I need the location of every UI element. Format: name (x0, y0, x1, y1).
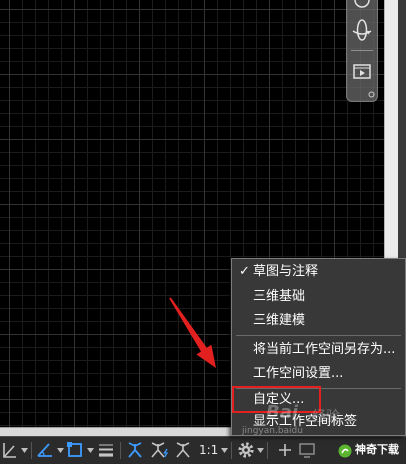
object-snap-dropdown-arrow-icon[interactable] (87, 448, 94, 453)
status-bar-separator (31, 442, 32, 459)
menu-item-show-workspace-label[interactable]: 显示工作空间标签 (232, 411, 405, 433)
hardware-acceleration-icon[interactable] (298, 441, 316, 459)
navigation-bar (346, 0, 378, 102)
menu-item-label: 工作空间设置... (253, 366, 344, 381)
workspace-switching-gear-icon[interactable] (237, 441, 255, 459)
ortho-mode-icon[interactable] (0, 441, 18, 459)
annotation-visibility-icon[interactable] (125, 441, 145, 459)
polar-tracking-dropdown-arrow-icon[interactable] (57, 448, 64, 453)
menu-item-label: 三维建模 (253, 313, 306, 328)
status-bar: 1:1 (0, 436, 406, 464)
annotation-autoscale-icon[interactable] (149, 441, 169, 459)
menu-item-drafting-annotation[interactable]: ✓ 草图与注释 (232, 260, 405, 284)
ortho-dropdown-arrow-icon[interactable] (21, 448, 28, 453)
object-snap-icon[interactable] (66, 441, 84, 459)
status-bar-separator (267, 442, 268, 459)
annotation-scale-dropdown-arrow-icon[interactable] (221, 448, 228, 453)
menu-item-label: 显示工作空间标签 (253, 414, 358, 429)
status-bar-separator (231, 442, 232, 459)
menu-item-label: 将当前工作空间另存为... (253, 342, 396, 357)
annotation-scale-icon[interactable] (173, 441, 193, 459)
menu-item-label: 三维基础 (253, 289, 306, 304)
navigation-bar-separator (351, 50, 373, 51)
workspace-dropdown-arrow-icon[interactable] (257, 448, 264, 453)
polar-tracking-icon[interactable] (35, 441, 55, 459)
showmotion-icon[interactable] (353, 62, 371, 80)
autocad-window: 1:1 ✓ 草图与注释 三维基础 三维建模 将当前工作空间另存为... 工作空间… (0, 0, 406, 464)
menu-item-3d-basics[interactable]: 三维基础 (232, 285, 405, 309)
full-navigation-wheel-icon[interactable] (353, 0, 371, 10)
red-highlight-box (232, 386, 321, 413)
menu-item-label: 草图与注释 (253, 264, 319, 279)
menu-item-3d-modeling[interactable]: 三维建模 (232, 309, 405, 333)
orbit-icon[interactable] (352, 18, 372, 42)
check-icon: ✓ (239, 264, 250, 279)
status-bar-separator (120, 442, 121, 459)
menu-separator (236, 335, 401, 336)
menu-item-save-current-as[interactable]: 将当前工作空间另存为... (232, 338, 405, 362)
menu-item-workspace-settings[interactable]: 工作空间设置... (232, 362, 405, 386)
lineweight-icon[interactable] (97, 441, 115, 459)
plus-icon[interactable] (276, 441, 294, 459)
annotation-scale-button[interactable]: 1:1 (199, 437, 218, 464)
nav-bar-customize-icon[interactable] (368, 91, 375, 98)
